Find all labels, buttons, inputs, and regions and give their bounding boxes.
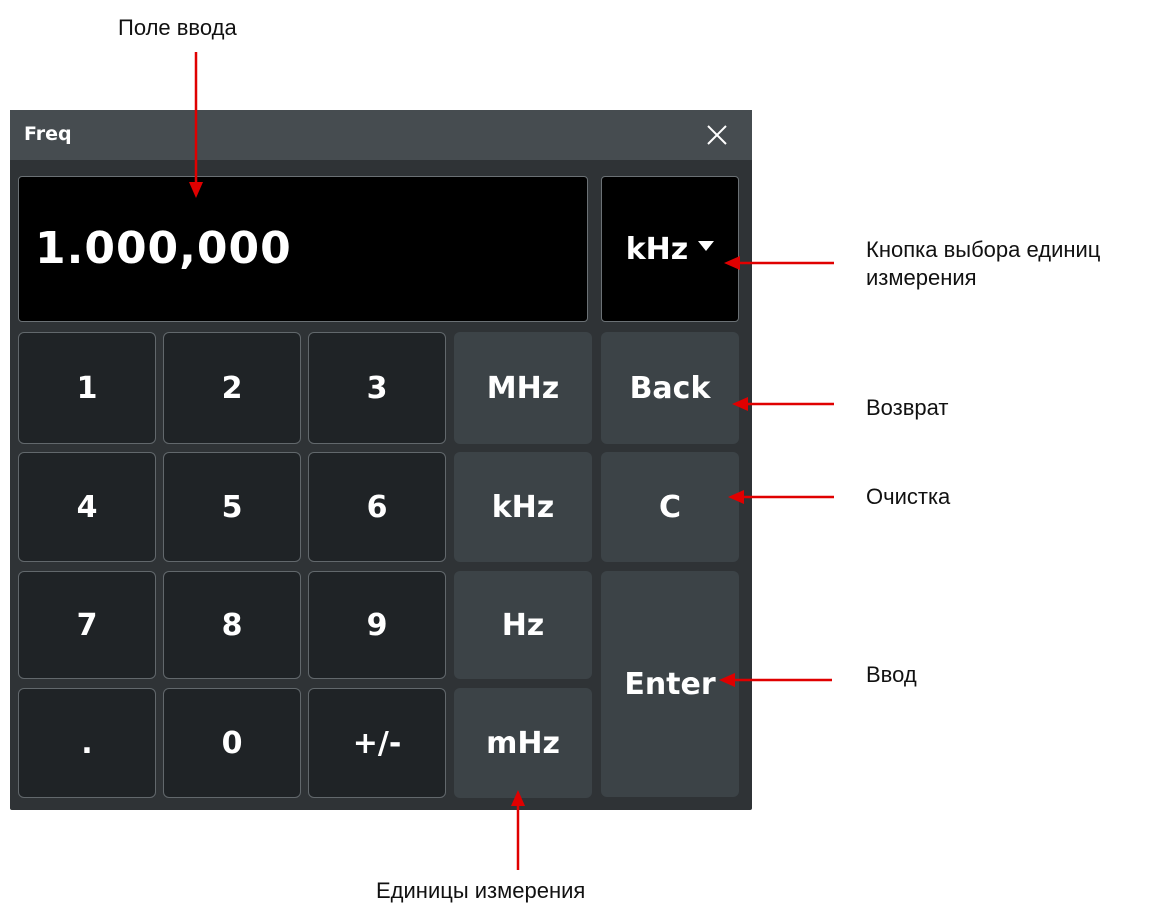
arrow-back <box>732 397 834 411</box>
arrow-unit-button <box>724 256 834 270</box>
arrow-units <box>511 790 525 870</box>
arrow-enter <box>719 673 832 687</box>
arrow-clear <box>728 490 834 504</box>
arrow-input-field <box>189 52 203 198</box>
annotation-arrows <box>189 52 834 870</box>
